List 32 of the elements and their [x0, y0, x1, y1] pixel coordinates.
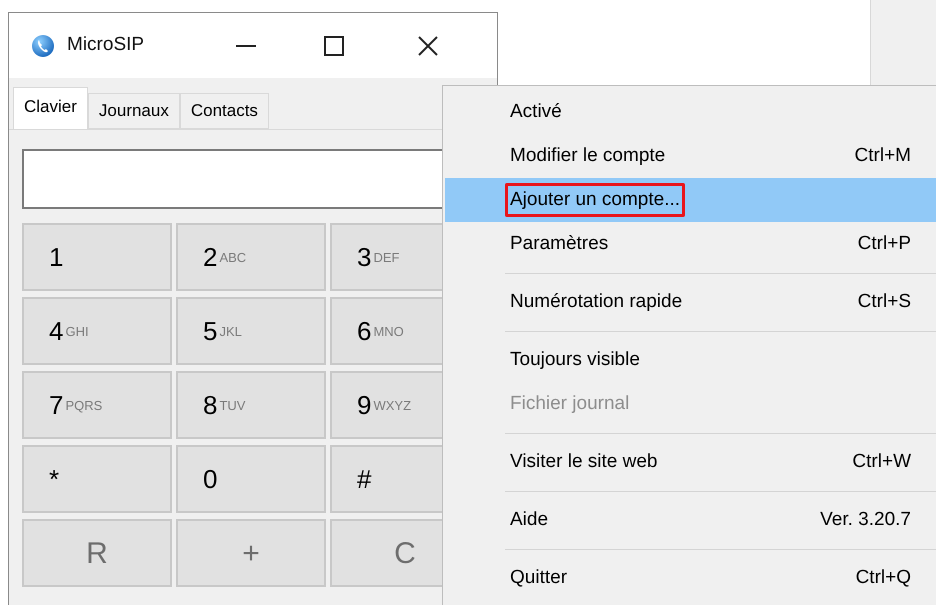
minimize-icon[interactable] — [236, 44, 256, 48]
tab[interactable]: Clavier — [13, 87, 88, 129]
menu-item-label: Numérotation rapide — [510, 290, 682, 314]
menu-item[interactable]: Activé — [445, 90, 936, 134]
menu-item-label: Quitter — [510, 566, 568, 590]
menu-item-label: Modifier le compte — [510, 144, 666, 168]
menu-shortcut: Ver. 3.20.7 — [820, 508, 911, 532]
menu-shortcut: Ctrl+S — [858, 290, 911, 314]
keypad-key[interactable]: 0 — [176, 445, 326, 513]
phone-logo-icon — [31, 34, 55, 58]
menu-item-label: Paramètres — [510, 232, 608, 256]
menu-item[interactable]: Ajouter un compte... — [445, 178, 936, 222]
close-icon[interactable] — [418, 36, 438, 56]
menu-item-label: Fichier journal — [510, 392, 630, 416]
tab[interactable]: Journaux — [88, 93, 180, 129]
menu-item-label: Activé — [510, 100, 562, 124]
menu-shortcut: Ctrl+P — [858, 232, 911, 256]
tab[interactable]: Contacts — [180, 93, 269, 129]
keypad-key[interactable]: R — [22, 519, 172, 587]
keypad-key[interactable]: 1 — [22, 223, 172, 291]
menu-shortcut: Ctrl+W — [852, 450, 911, 474]
maximize-icon[interactable] — [324, 36, 344, 56]
menu-item[interactable]: Modifier le compte Ctrl+M — [445, 134, 936, 178]
window-title: MicroSIP — [67, 33, 144, 58]
keypad-key[interactable]: + — [176, 519, 326, 587]
menu-shortcut: Ctrl+Q — [856, 566, 911, 590]
keypad-key[interactable]: * — [22, 445, 172, 513]
menu-item-label: Toujours visible — [510, 348, 640, 372]
menu-item-label: Visiter le site web — [510, 450, 658, 474]
menu-shortcut: Ctrl+M — [854, 144, 911, 168]
menu-item-label: Ajouter un compte... — [505, 182, 686, 218]
menu-item-label: Aide — [510, 508, 548, 532]
